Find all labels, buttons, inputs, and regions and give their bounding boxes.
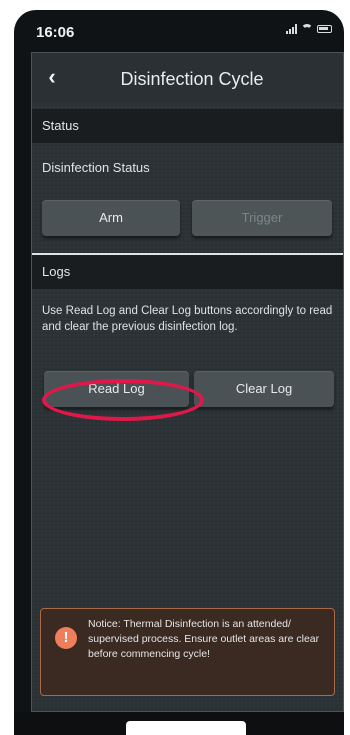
- page-title: Disinfection Cycle: [120, 69, 264, 89]
- battery-icon: [317, 25, 332, 33]
- wifi-icon: [301, 24, 313, 34]
- signal-icon: [286, 24, 297, 34]
- trigger-button[interactable]: Trigger: [192, 200, 332, 236]
- status-section-header: Status: [32, 109, 343, 143]
- read-log-button[interactable]: Read Log: [44, 371, 189, 407]
- notice-text: Notice: Thermal Disinfection is an atten…: [88, 618, 320, 660]
- disinfection-status-label: Disinfection Status: [42, 160, 150, 175]
- phone-frame: 16:06 ‹ Disinfection Cycle Status Disinf…: [14, 10, 344, 735]
- logs-section-header: Logs: [32, 253, 343, 289]
- status-bar: 16:06: [14, 10, 344, 50]
- logs-description: Use Read Log and Clear Log buttons accor…: [42, 305, 333, 333]
- status-time: 16:06: [36, 24, 75, 41]
- warning-icon: !: [55, 627, 77, 649]
- arm-button[interactable]: Arm: [42, 200, 180, 236]
- home-indicator: [126, 721, 246, 735]
- back-chevron-icon[interactable]: ‹: [40, 65, 64, 89]
- notice-banner: ! Notice: Thermal Disinfection is an att…: [40, 608, 335, 696]
- app-screen: ‹ Disinfection Cycle Status Disinfection…: [31, 52, 344, 712]
- nav-bar: ‹ Disinfection Cycle: [32, 53, 343, 103]
- status-icons: [286, 24, 332, 34]
- clear-log-button[interactable]: Clear Log: [194, 371, 334, 407]
